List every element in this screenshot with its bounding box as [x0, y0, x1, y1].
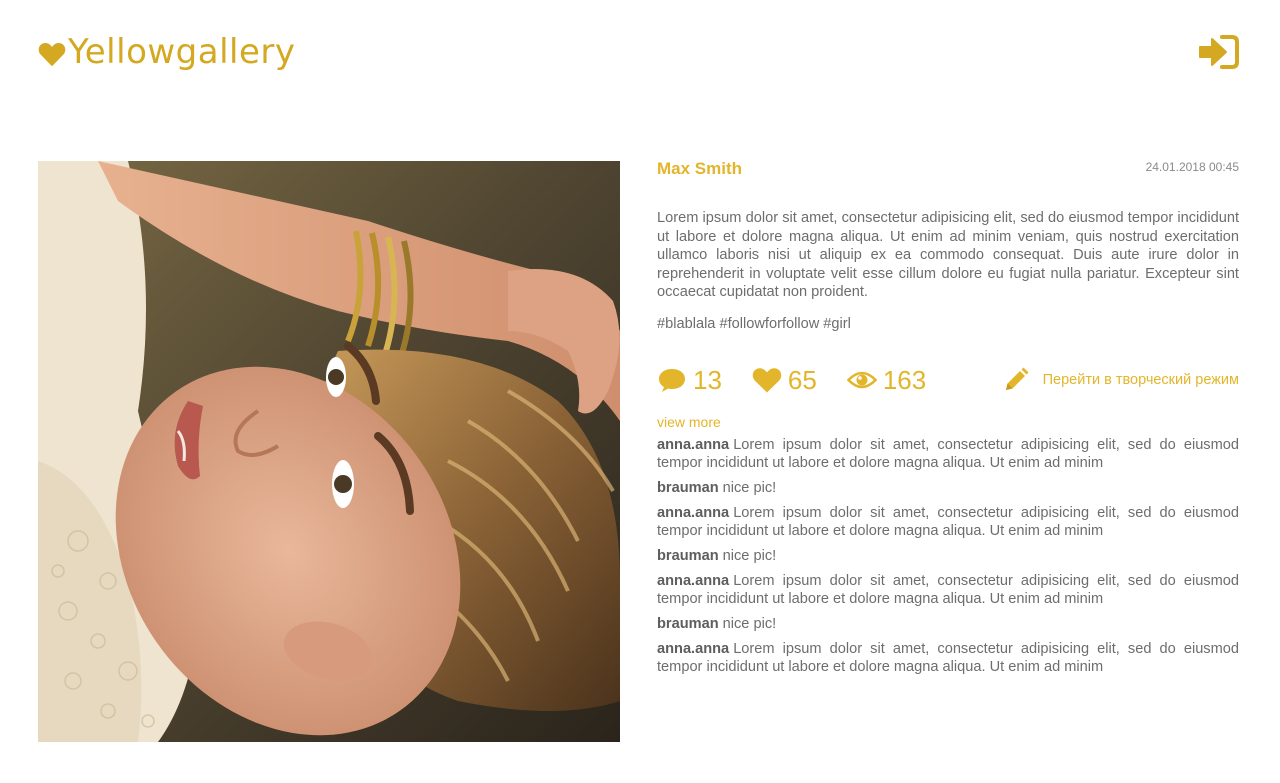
- views-stat[interactable]: 163: [846, 362, 927, 398]
- author-name[interactable]: Max Smith: [657, 159, 742, 179]
- heart-icon: [752, 368, 782, 393]
- comment-item: brauman nice pic!: [657, 547, 1239, 565]
- comment-item: anna.anna Lorem ipsum dolor sit amet, con…: [657, 572, 1239, 608]
- likes-stat[interactable]: 65: [752, 362, 817, 398]
- comments-stat[interactable]: 13: [657, 362, 722, 398]
- app-header: Yellowgallery: [0, 0, 1280, 110]
- comment-text: Lorem ipsum dolor sit amet, consectetur …: [657, 504, 1239, 539]
- comment-username[interactable]: brauman: [657, 616, 719, 632]
- creative-mode-label: Перейти в творческий режим: [1042, 371, 1239, 388]
- comment-icon: [659, 368, 685, 392]
- portrait-photo-image: [38, 161, 620, 742]
- pencil-icon: [1005, 367, 1029, 390]
- comment-item: anna.anna Lorem ipsum dolor sit amet, con…: [657, 436, 1239, 472]
- heart-logo-icon: [38, 43, 66, 67]
- post-details: Max Smith 24.01.2018 00:45 Lorem ipsum d…: [657, 157, 1239, 683]
- comment-username[interactable]: anna.anna: [657, 437, 729, 453]
- views-count: 163: [882, 364, 927, 395]
- post-header: Max Smith 24.01.2018 00:45: [657, 157, 1239, 185]
- post-tags[interactable]: #blablala #followforfollow #girl: [657, 316, 1239, 332]
- creative-mode-link[interactable]: Перейти в творческий режим: [1003, 367, 1239, 393]
- post-stats: 13 65 163 Перейти в творческий режим: [657, 362, 1239, 398]
- comment-text: nice pic!: [722, 547, 777, 564]
- comment-username[interactable]: brauman: [657, 480, 719, 496]
- comment-username[interactable]: anna.anna: [657, 641, 729, 657]
- comment-username[interactable]: anna.anna: [657, 505, 729, 521]
- comment-text: Lorem ipsum dolor sit amet, consectetur …: [657, 640, 1239, 675]
- comment-item: brauman nice pic!: [657, 615, 1239, 633]
- logo-text: Yellowgallery: [68, 32, 296, 72]
- comment-text: nice pic!: [722, 615, 777, 632]
- comment-username[interactable]: brauman: [657, 548, 719, 564]
- comment-item: anna.anna Lorem ipsum dolor sit amet, con…: [657, 640, 1239, 676]
- login-button[interactable]: [1198, 34, 1240, 70]
- comments-list: anna.anna Lorem ipsum dolor sit amet, con…: [657, 436, 1239, 676]
- comment-username[interactable]: anna.anna: [657, 573, 729, 589]
- comment-item: anna.anna Lorem ipsum dolor sit amet, con…: [657, 504, 1239, 540]
- logo[interactable]: Yellowgallery: [38, 30, 296, 74]
- comment-text: Lorem ipsum dolor sit amet, consectetur …: [657, 436, 1239, 471]
- post-date: 24.01.2018 00:45: [1145, 160, 1239, 174]
- comment-text: nice pic!: [722, 479, 777, 496]
- comment-item: brauman nice pic!: [657, 479, 1239, 497]
- comments-count: 13: [693, 364, 722, 395]
- post-description: Lorem ipsum dolor sit amet, consectetur …: [657, 210, 1239, 301]
- view-more-link[interactable]: view more: [657, 414, 721, 430]
- sign-in-icon: [1199, 35, 1239, 69]
- comment-text: Lorem ipsum dolor sit amet, consectetur …: [657, 572, 1239, 607]
- post-photo[interactable]: [38, 161, 620, 742]
- likes-count: 65: [787, 364, 817, 395]
- eye-icon: [846, 371, 877, 389]
